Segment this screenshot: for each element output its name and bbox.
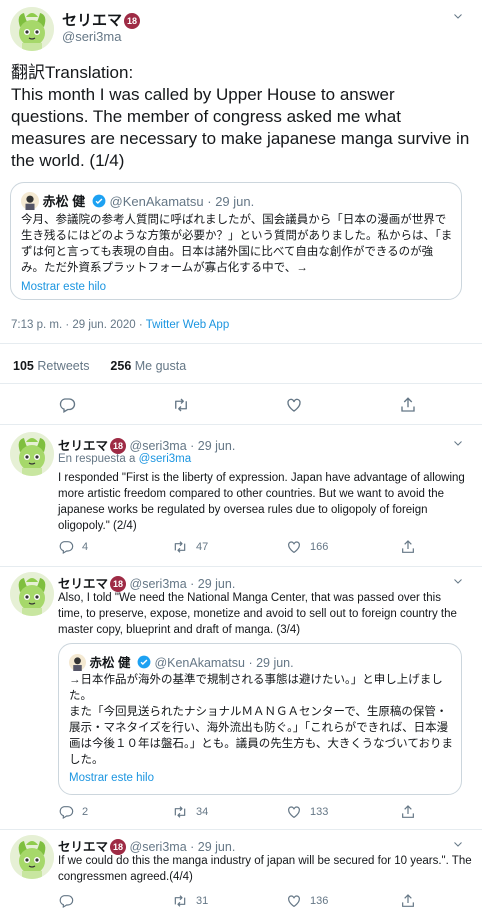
share-action[interactable]	[400, 539, 424, 555]
date[interactable]: · 29 jun.	[190, 439, 235, 453]
likes-label[interactable]: Me gusta	[135, 359, 186, 373]
handle[interactable]: @seri3ma	[130, 439, 187, 453]
retweet-action[interactable]: 34	[172, 804, 286, 820]
show-thread-link[interactable]: Mostrar este hilo	[69, 772, 154, 784]
verified-badge-icon	[92, 194, 106, 208]
retweet-icon	[172, 804, 188, 820]
divider	[0, 424, 482, 425]
avatar[interactable]	[10, 432, 54, 476]
heart-icon[interactable]	[285, 396, 303, 414]
quote-date: · 29 jun.	[207, 194, 255, 209]
divider	[0, 343, 482, 344]
avatar[interactable]	[10, 572, 54, 616]
retweet-count: 31	[196, 895, 209, 907]
avatar-image	[10, 572, 54, 616]
avatar-image	[10, 835, 54, 879]
quoted-tweet[interactable]: 赤松 健 @KenAkamatsu · 29 jun. →日本作品が海外の基準で…	[58, 643, 462, 795]
reply-action[interactable]	[58, 893, 172, 909]
likes-count[interactable]: 256	[110, 359, 131, 373]
retweet-action[interactable]: 31	[172, 893, 286, 909]
reply-count: 2	[82, 806, 89, 818]
quoted-tweet[interactable]: 赤松 健 @KenAkamatsu · 29 jun. 今月、参議院の参考人質問…	[10, 182, 462, 300]
divider	[0, 829, 482, 830]
retweets-count[interactable]: 105	[13, 359, 34, 373]
display-name[interactable]: セリエマ	[62, 12, 122, 29]
retweet-icon	[172, 539, 188, 555]
divider	[0, 383, 482, 384]
retweets-label[interactable]: Retweets	[37, 359, 89, 373]
reply-icon	[58, 893, 74, 909]
date[interactable]: · 29 jun.	[190, 840, 235, 854]
heart-icon	[286, 893, 302, 909]
quote-handle: @KenAkamatsu	[154, 656, 245, 670]
retweet-icon[interactable]	[172, 396, 190, 414]
reply-icon	[58, 539, 74, 555]
display-name[interactable]: セリエマ	[58, 577, 108, 591]
heart-icon	[286, 804, 302, 820]
handle[interactable]: @seri3ma	[62, 29, 121, 44]
avatar-small	[69, 654, 86, 671]
display-name[interactable]: セリエマ	[58, 840, 108, 854]
quote-text: →日本作品が海外の基準で規制される事態は避けたい。」と申し上げました。 また「今…	[69, 674, 453, 766]
quote-text: 今月、参議院の参考人質問に呼ばれましたが、国会議員から「日本の漫画が世界で生き残…	[21, 214, 453, 274]
tweet-text: If we could do this the manga industry o…	[58, 855, 472, 883]
share-icon[interactable]	[399, 396, 417, 414]
display-name[interactable]: セリエマ	[58, 439, 108, 453]
avatar[interactable]	[10, 7, 54, 51]
avatar-image	[10, 7, 54, 51]
retweet-action[interactable]: 47	[172, 539, 286, 555]
chevron-down-icon[interactable]	[452, 10, 464, 22]
timestamp[interactable]: 7:13 p. m. · 29 jun. 2020	[11, 319, 136, 331]
like-action[interactable]: 136	[286, 893, 400, 909]
reply-action[interactable]: 4	[58, 539, 172, 555]
age-badge: 18	[124, 13, 141, 29]
handle[interactable]: @seri3ma	[130, 577, 187, 591]
quote-handle: @KenAkamatsu	[109, 194, 204, 209]
chevron-down-icon[interactable]	[452, 838, 464, 850]
retweet-icon	[172, 893, 188, 909]
like-count: 166	[310, 541, 329, 553]
share-action[interactable]	[400, 804, 424, 820]
avatar-small	[21, 192, 39, 210]
reply-context: En respuesta a	[58, 453, 136, 465]
tweet-text: I responded "First is the liberty of exp…	[58, 472, 465, 532]
quote-date: · 29 jun.	[248, 656, 294, 670]
avatar[interactable]	[10, 835, 54, 879]
show-thread-link[interactable]: Mostrar este hilo	[21, 281, 106, 293]
quote-display-name: 赤松 健	[42, 194, 86, 209]
date[interactable]: · 29 jun.	[190, 577, 235, 591]
reply-action[interactable]: 2	[58, 804, 172, 820]
heart-icon	[286, 539, 302, 555]
tweet-text: 翻訳Translation: This month I was called b…	[11, 63, 470, 170]
share-icon	[400, 539, 416, 555]
like-action[interactable]: 166	[286, 539, 400, 555]
reply-context-handle[interactable]: @seri3ma	[139, 453, 192, 465]
like-action[interactable]: 133	[286, 804, 400, 820]
retweet-count: 34	[196, 806, 209, 818]
share-action[interactable]	[400, 893, 424, 909]
handle[interactable]: @seri3ma	[130, 840, 187, 854]
divider	[0, 566, 482, 567]
age-badge: 18	[110, 438, 127, 454]
reply-icon	[58, 804, 74, 820]
reply-count: 4	[82, 541, 89, 553]
quote-display-name: 赤松 健	[89, 656, 131, 670]
share-icon	[400, 893, 416, 909]
chevron-down-icon[interactable]	[452, 575, 464, 587]
tweet-text: Also, I told "We need the National Manga…	[58, 592, 457, 636]
share-icon	[400, 804, 416, 820]
source-link[interactable]: Twitter Web App	[146, 319, 230, 331]
like-count: 133	[310, 806, 329, 818]
chevron-down-icon[interactable]	[452, 437, 464, 449]
reply-icon[interactable]	[58, 396, 76, 414]
retweet-count: 47	[196, 541, 209, 553]
verified-badge-icon	[137, 655, 151, 669]
avatar-image	[10, 432, 54, 476]
like-count: 136	[310, 895, 329, 907]
separator: ·	[138, 319, 146, 331]
